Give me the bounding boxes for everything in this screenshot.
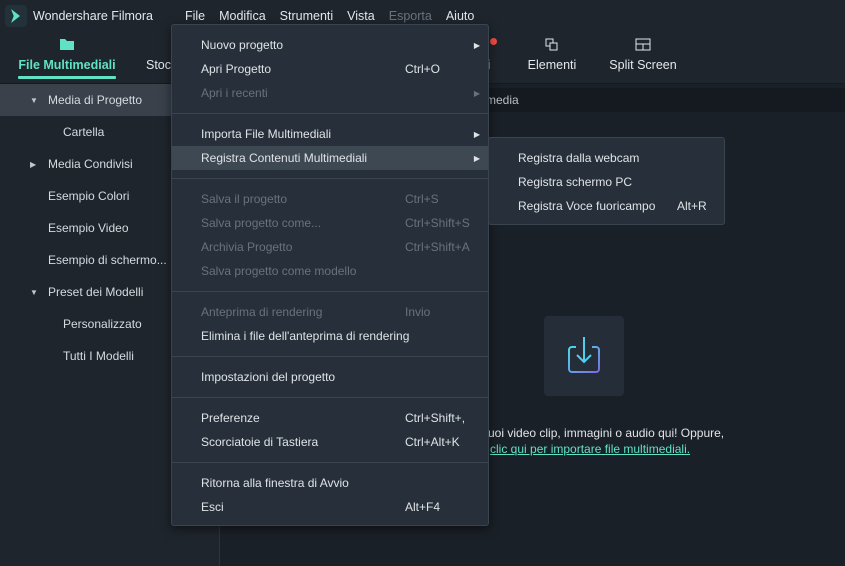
import-button[interactable] (544, 316, 624, 396)
menu-item-impostazioni-del-progetto[interactable]: Impostazioni del progetto (172, 365, 488, 389)
menu-separator (172, 462, 488, 463)
menu-item-registra-voce-fuoricampo[interactable]: Registra Voce fuoricampo Alt+R (489, 194, 724, 218)
shortcut-label: Alt+R (677, 199, 707, 213)
menu-separator (172, 397, 488, 398)
menu-item-salva-progetto-come-modello[interactable]: Salva progetto come modello (172, 259, 488, 283)
menu-vista[interactable]: Vista (347, 9, 375, 23)
shortcut-label: Alt+F4 (405, 500, 441, 514)
tab-split-screen[interactable]: Split Screen (608, 32, 678, 84)
menu-separator (172, 356, 488, 357)
menu-item-label: Impostazioni del progetto (201, 370, 336, 384)
menu-file[interactable]: File (185, 9, 205, 23)
menu-item-registra-contenuti-multimediali[interactable]: Registra Contenuti Multimediali ▶ (172, 146, 488, 170)
file-menu: Nuovo progetto ▶ Apri Progetto Ctrl+O Apri i… (171, 24, 489, 526)
submenu-arrow-icon: ▶ (473, 153, 480, 163)
submenu-arrow-icon: ▶ (473, 129, 480, 139)
elements-icon (524, 38, 580, 58)
menu-item-label: Salva progetto come modello (201, 264, 357, 278)
tab-file-multimediali[interactable]: File Multimediali (18, 32, 116, 84)
notification-dot (490, 38, 497, 45)
menu-item-label: Registra dalla webcam (518, 151, 640, 165)
shortcut-label: Invio (405, 305, 431, 319)
menu-item-label: Ritorna alla finestra di Avvio (201, 476, 349, 490)
tree-item-media-di-progetto[interactable]: ▼ Media di Progetto (0, 84, 175, 116)
expanded-arrow-icon: ▼ (30, 287, 38, 297)
menu-item-label: Registra Contenuti Multimediali (201, 151, 368, 165)
menu-strumenti[interactable]: Strumenti (280, 9, 334, 23)
menu-item-label: Apri i recenti (201, 86, 268, 100)
shortcut-label: Ctrl+Shift+S (405, 216, 470, 230)
shortcut-label: Ctrl+S (405, 192, 439, 206)
menu-item-apri-i-recenti[interactable]: Apri i recenti ▶ (172, 81, 488, 105)
menu-item-registra-schermo-pc[interactable]: Registra schermo PC (489, 170, 724, 194)
menu-separator (172, 291, 488, 292)
menu-item-label: Anteprima di rendering (201, 305, 323, 319)
menu-item-elimina-i-file-dell-anteprima-di-rendering[interactable]: Elimina i file dell'anteprima di renderi… (172, 324, 488, 348)
import-icon (568, 337, 600, 373)
drop-hint-text: uoi video clip, immagini o audio qui! Op… (488, 426, 725, 440)
app-title: Wondershare Filmora (33, 9, 153, 23)
menu-item-label: Importa File Multimediali (201, 127, 332, 141)
menu-item-label: Nuovo progetto (201, 38, 284, 52)
menu-item-anteprima-di-rendering[interactable]: Anteprima di rendering Invio (172, 300, 488, 324)
menu-item-label: Apri Progetto (201, 62, 272, 76)
menu-item-importa-file-multimediali[interactable]: Importa File Multimediali ▶ (172, 122, 488, 146)
menu-item-preferenze[interactable]: Preferenze Ctrl+Shift+, (172, 406, 488, 430)
menu-aiuto[interactable]: Aiuto (446, 9, 475, 23)
menu-item-apri-progetto[interactable]: Apri Progetto Ctrl+O (172, 57, 488, 81)
import-link[interactable]: clic qui per importare file multimediali… (490, 442, 690, 456)
menu-item-label: Esci (201, 500, 224, 514)
menu-item-label: Elimina i file dell'anteprima di renderi… (201, 329, 410, 343)
menu-item-label: Registra schermo PC (518, 175, 633, 189)
menu-item-esci[interactable]: Esci Alt+F4 (172, 495, 488, 519)
menu-item-salva-progetto-come[interactable]: Salva progetto come... Ctrl+Shift+S (172, 211, 488, 235)
filmora-logo-icon (5, 5, 27, 27)
tab-elementi[interactable]: Elementi (524, 32, 580, 84)
menu-esporta[interactable]: Esporta (389, 9, 432, 23)
submenu-arrow-icon: ▶ (473, 88, 480, 98)
menu-item-scorciatoie-di-tastiera[interactable]: Scorciatoie di Tastiera Ctrl+Alt+K (172, 430, 488, 454)
menu-item-label: Archivia Progetto (201, 240, 293, 254)
menu-separator (172, 113, 488, 114)
folder-icon (18, 38, 116, 58)
submenu-arrow-icon: ▶ (473, 40, 480, 50)
shortcut-label: Ctrl+Alt+K (405, 435, 460, 449)
shortcut-label: Ctrl+Shift+A (405, 240, 470, 254)
record-submenu: Registra dalla webcam Registra schermo PC… (488, 137, 725, 225)
menu-item-archivia-progetto[interactable]: Archivia Progetto Ctrl+Shift+A (172, 235, 488, 259)
menu-item-nuovo-progetto[interactable]: Nuovo progetto ▶ (172, 33, 488, 57)
menu-item-label: Preferenze (201, 411, 260, 425)
split-screen-icon (608, 38, 678, 58)
collapsed-arrow-icon: ▶ (30, 159, 37, 169)
menu-item-ritorna-alla-finestra-di-avvio[interactable]: Ritorna alla finestra di Avvio (172, 471, 488, 495)
menu-item-label: Salva progetto come... (201, 216, 322, 230)
menu-item-salva-il-progetto[interactable]: Salva il progetto Ctrl+S (172, 187, 488, 211)
menu-modifica[interactable]: Modifica (219, 9, 266, 23)
menu-item-label: Salva il progetto (201, 192, 288, 206)
shortcut-label: Ctrl+Shift+, (405, 411, 466, 425)
menu-item-label: Scorciatoie di Tastiera (201, 435, 319, 449)
menu-separator (172, 178, 488, 179)
menu-item-label: Registra Voce fuoricampo (518, 199, 656, 213)
expanded-arrow-icon: ▼ (30, 95, 38, 105)
menu-item-registra-dalla-webcam[interactable]: Registra dalla webcam (489, 146, 724, 170)
shortcut-label: Ctrl+O (405, 62, 441, 76)
